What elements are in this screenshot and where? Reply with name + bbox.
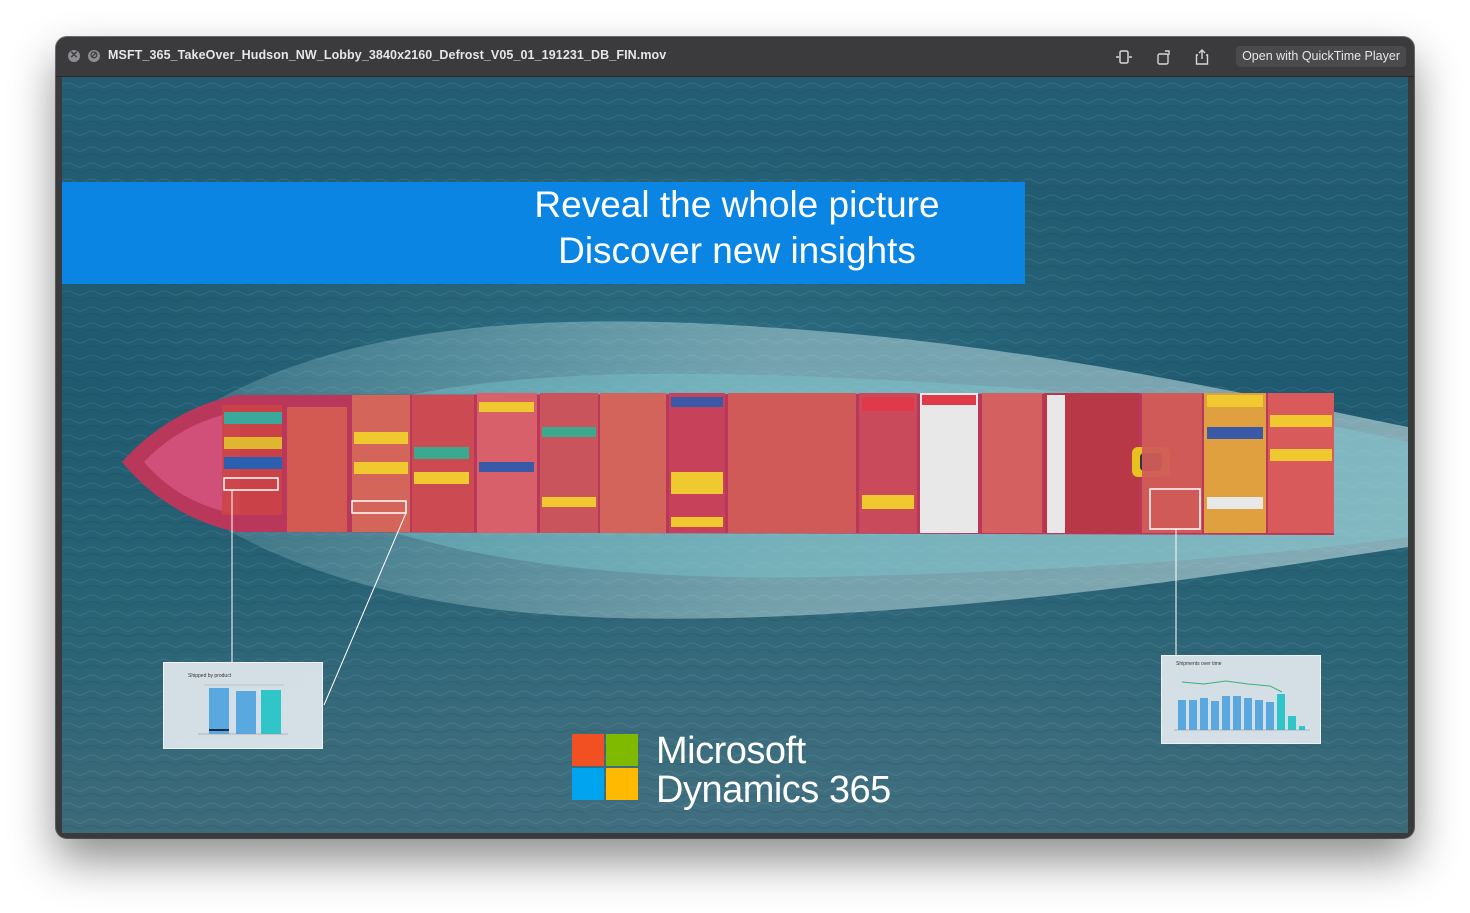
open-with-quicktime-button[interactable]: Open with QuickTime Player bbox=[1236, 46, 1406, 67]
video-frame: Reveal the whole picture Discover new in… bbox=[62, 77, 1408, 833]
logo-text-dynamics: Dynamics 365 bbox=[656, 769, 891, 811]
share-icon[interactable] bbox=[1193, 48, 1211, 66]
headline-line-1: Reveal the whole picture bbox=[534, 184, 940, 225]
rotate-icon[interactable] bbox=[1155, 48, 1173, 66]
quicklook-window: ✕ ⊘ MSFT_365_TakeOver_Hudson_NW_Lobby_38… bbox=[56, 37, 1414, 838]
right-chart-bar bbox=[1222, 696, 1230, 730]
right-chart-bar bbox=[1189, 700, 1197, 730]
right-chart-bar bbox=[1211, 701, 1219, 730]
shipments-over-time-card: Shipments over time bbox=[1161, 655, 1321, 744]
title-bar: ✕ ⊘ MSFT_365_TakeOver_Hudson_NW_Lobby_38… bbox=[56, 37, 1414, 77]
left-chart-title: Shipped by product bbox=[188, 673, 232, 679]
logo-square-yellow bbox=[606, 768, 638, 800]
logo-square-green bbox=[606, 734, 638, 766]
right-chart-bar bbox=[1200, 698, 1208, 730]
right-chart-bar bbox=[1178, 700, 1186, 730]
container-stacks bbox=[222, 393, 1334, 533]
right-chart-bar bbox=[1277, 694, 1285, 730]
right-chart-line bbox=[1181, 680, 1283, 693]
window-title: MSFT_365_TakeOver_Hudson_NW_Lobby_3840x2… bbox=[108, 48, 667, 62]
left-chart-bar-3 bbox=[261, 690, 281, 734]
cancel-icon[interactable]: ⊘ bbox=[88, 50, 100, 62]
headline-banner: Reveal the whole picture Discover new in… bbox=[62, 182, 1025, 284]
shipped-by-product-card: Shipped by product bbox=[163, 662, 323, 749]
right-chart-title: Shipments over time bbox=[1176, 661, 1222, 667]
trim-icon[interactable] bbox=[1115, 48, 1133, 66]
logo-square-blue bbox=[572, 768, 604, 800]
right-chart-bar bbox=[1244, 698, 1252, 730]
right-mini-chart bbox=[1174, 680, 1310, 731]
right-chart-bar bbox=[1288, 716, 1296, 730]
right-chart-bar bbox=[1255, 700, 1263, 730]
logo-text-microsoft: Microsoft bbox=[656, 730, 806, 772]
right-chart-bar bbox=[1299, 726, 1305, 730]
right-chart-bar bbox=[1233, 696, 1241, 730]
logo-square-red bbox=[572, 734, 604, 766]
headline-line-2: Discover new insights bbox=[558, 230, 916, 271]
left-chart-bar-1 bbox=[209, 688, 229, 734]
close-icon[interactable]: ✕ bbox=[68, 50, 80, 62]
right-chart-bar bbox=[1266, 702, 1274, 730]
left-chart-bar-2 bbox=[236, 691, 256, 734]
